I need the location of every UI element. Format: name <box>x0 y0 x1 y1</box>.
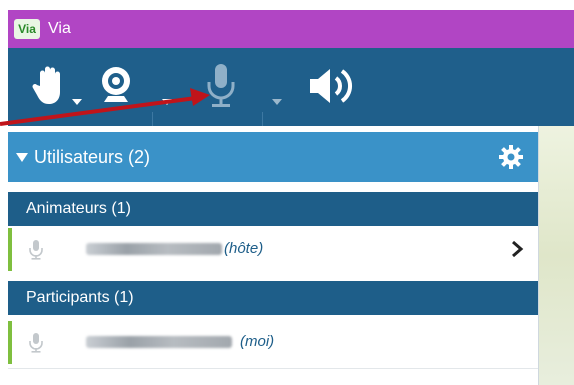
webcam-icon[interactable] <box>96 64 136 108</box>
user-row[interactable]: (hôte) <box>8 228 538 271</box>
microphone-icon <box>29 333 43 353</box>
section-title: Participants (1) <box>26 289 134 306</box>
divider <box>8 368 538 369</box>
microphone-dropdown-icon[interactable] <box>272 99 282 105</box>
users-header-label: Utilisateurs (2) <box>34 146 151 167</box>
raise-hand-icon[interactable] <box>32 64 68 108</box>
media-toolbar <box>8 48 574 156</box>
chevron-right-icon[interactable] <box>510 239 524 259</box>
user-role: (hôte) <box>224 240 264 257</box>
section-title: Animateurs (1) <box>26 200 131 217</box>
user-role: (moi) <box>240 333 275 350</box>
speaker-icon[interactable] <box>306 66 364 106</box>
user-name-blurred <box>86 243 222 255</box>
gear-icon[interactable] <box>498 144 524 170</box>
collapse-triangle-icon[interactable] <box>16 152 28 162</box>
section-participants: Participants (1) <box>8 281 538 315</box>
webcam-dropdown-icon[interactable] <box>162 99 172 105</box>
users-panel: Utilisateurs (2) Animateurs (1) (hôte) P… <box>8 126 539 385</box>
users-header[interactable]: Utilisateurs (2) <box>8 132 538 182</box>
microphone-icon <box>29 240 43 260</box>
hand-dropdown-icon[interactable] <box>72 99 82 105</box>
title-bar: Via Via <box>8 10 574 48</box>
section-animateurs: Animateurs (1) <box>8 192 538 226</box>
app-title: Via <box>48 20 71 37</box>
background-area <box>538 126 574 385</box>
user-row[interactable]: (moi) <box>8 321 538 364</box>
microphone-icon[interactable] <box>203 62 239 110</box>
via-logo: Via <box>14 19 40 39</box>
user-name-blurred <box>86 336 232 348</box>
